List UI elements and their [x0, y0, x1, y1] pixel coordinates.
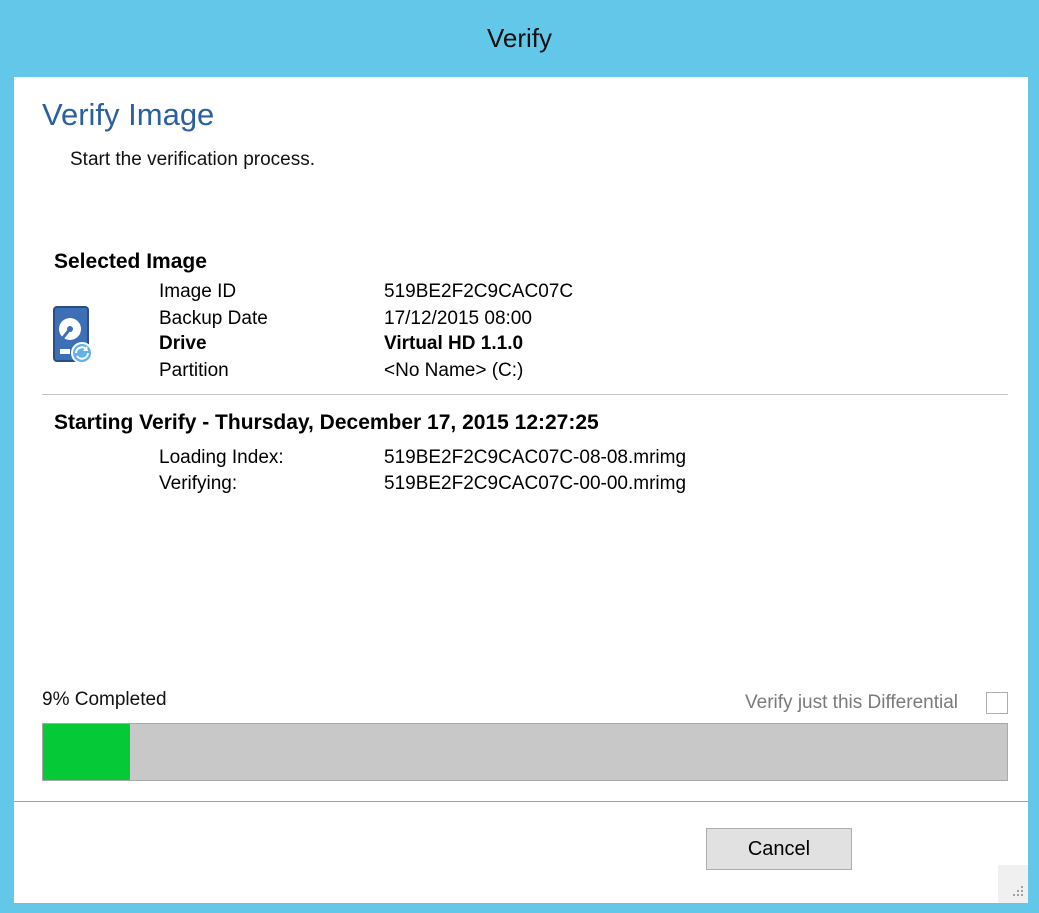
- partition-value: <No Name> (C:): [384, 360, 524, 381]
- cancel-button[interactable]: Cancel: [706, 828, 852, 870]
- verifying-label: Verifying:: [159, 473, 238, 494]
- drive-value: Virtual HD 1.1.0: [384, 333, 524, 354]
- image-id-value: 519BE2F2C9CAC07C: [384, 281, 574, 302]
- partition-label: Partition: [159, 360, 229, 381]
- loading-index-label: Loading Index:: [159, 447, 284, 468]
- hard-drive-restore-icon: [52, 305, 94, 367]
- backup-date-label: Backup Date: [159, 308, 268, 329]
- verify-log-title: Starting Verify - Thursday, December 17,…: [54, 411, 599, 434]
- page-title: Verify Image: [42, 97, 215, 132]
- progress-bar: [42, 723, 1008, 781]
- page-subtitle: Start the verification process.: [70, 149, 315, 170]
- differential-label: Verify just this Differential: [745, 692, 958, 713]
- verify-window: Verify Verify Image Start the verificati…: [0, 0, 1039, 913]
- image-id-label: Image ID: [159, 281, 237, 302]
- loading-index-value: 519BE2F2C9CAC07C-08-08.mrimg: [384, 447, 687, 468]
- differential-checkbox[interactable]: [986, 692, 1008, 714]
- dialog-body: Verify Image Start the verification proc…: [14, 77, 1028, 903]
- verifying-value: 519BE2F2C9CAC07C-00-00.mrimg: [384, 473, 687, 494]
- section-divider: [42, 394, 1008, 395]
- resize-grip-icon[interactable]: [998, 865, 1028, 903]
- backup-date-value: 17/12/2015 08:00: [384, 308, 532, 329]
- progress-percent-label: 9% Completed: [42, 689, 167, 710]
- progress-bar-fill: [43, 724, 130, 780]
- footer-divider: [14, 801, 1028, 802]
- window-title: Verify: [486, 23, 553, 53]
- selected-image-title: Selected Image: [54, 250, 207, 273]
- drive-label: Drive: [159, 333, 207, 354]
